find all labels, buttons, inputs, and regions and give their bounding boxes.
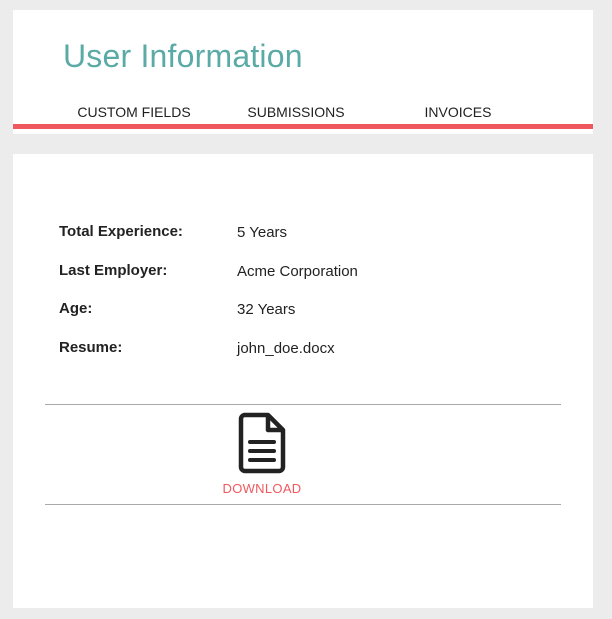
tab-custom-fields[interactable]: CUSTOM FIELDS xyxy=(77,104,190,120)
resume-filename: john_doe.docx xyxy=(237,340,335,357)
divider-bottom xyxy=(45,504,561,505)
detail-value: 5 Years xyxy=(237,224,288,241)
detail-label: Age: xyxy=(59,300,93,317)
document-icon xyxy=(238,412,286,474)
detail-row-age: Age: 32 Years xyxy=(59,300,559,322)
page-title: User Information xyxy=(63,38,303,74)
download-label[interactable]: DOWNLOAD xyxy=(212,481,312,496)
content-card: Total Experience: 5 Years Last Employer:… xyxy=(13,154,593,608)
detail-label: Resume: xyxy=(59,339,123,356)
detail-value: 32 Years xyxy=(237,301,296,318)
detail-row-employer: Last Employer: Acme Corporation xyxy=(59,262,559,284)
detail-row-experience: Total Experience: 5 Years xyxy=(59,223,559,245)
tab-underline xyxy=(13,124,593,129)
header-card: User Information CUSTOM FIELDS SUBMISSIO… xyxy=(13,10,593,134)
download-button[interactable]: DOWNLOAD xyxy=(212,410,312,500)
detail-row-resume: Resume: john_doe.docx xyxy=(59,339,559,361)
detail-label: Last Employer: xyxy=(59,262,168,279)
tab-submissions[interactable]: SUBMISSIONS xyxy=(247,104,344,120)
tab-invoices[interactable]: INVOICES xyxy=(425,104,492,120)
detail-label: Total Experience: xyxy=(59,223,183,240)
tab-bar: CUSTOM FIELDS SUBMISSIONS INVOICES xyxy=(13,102,593,129)
detail-value: Acme Corporation xyxy=(237,263,358,280)
divider-top xyxy=(45,404,561,405)
